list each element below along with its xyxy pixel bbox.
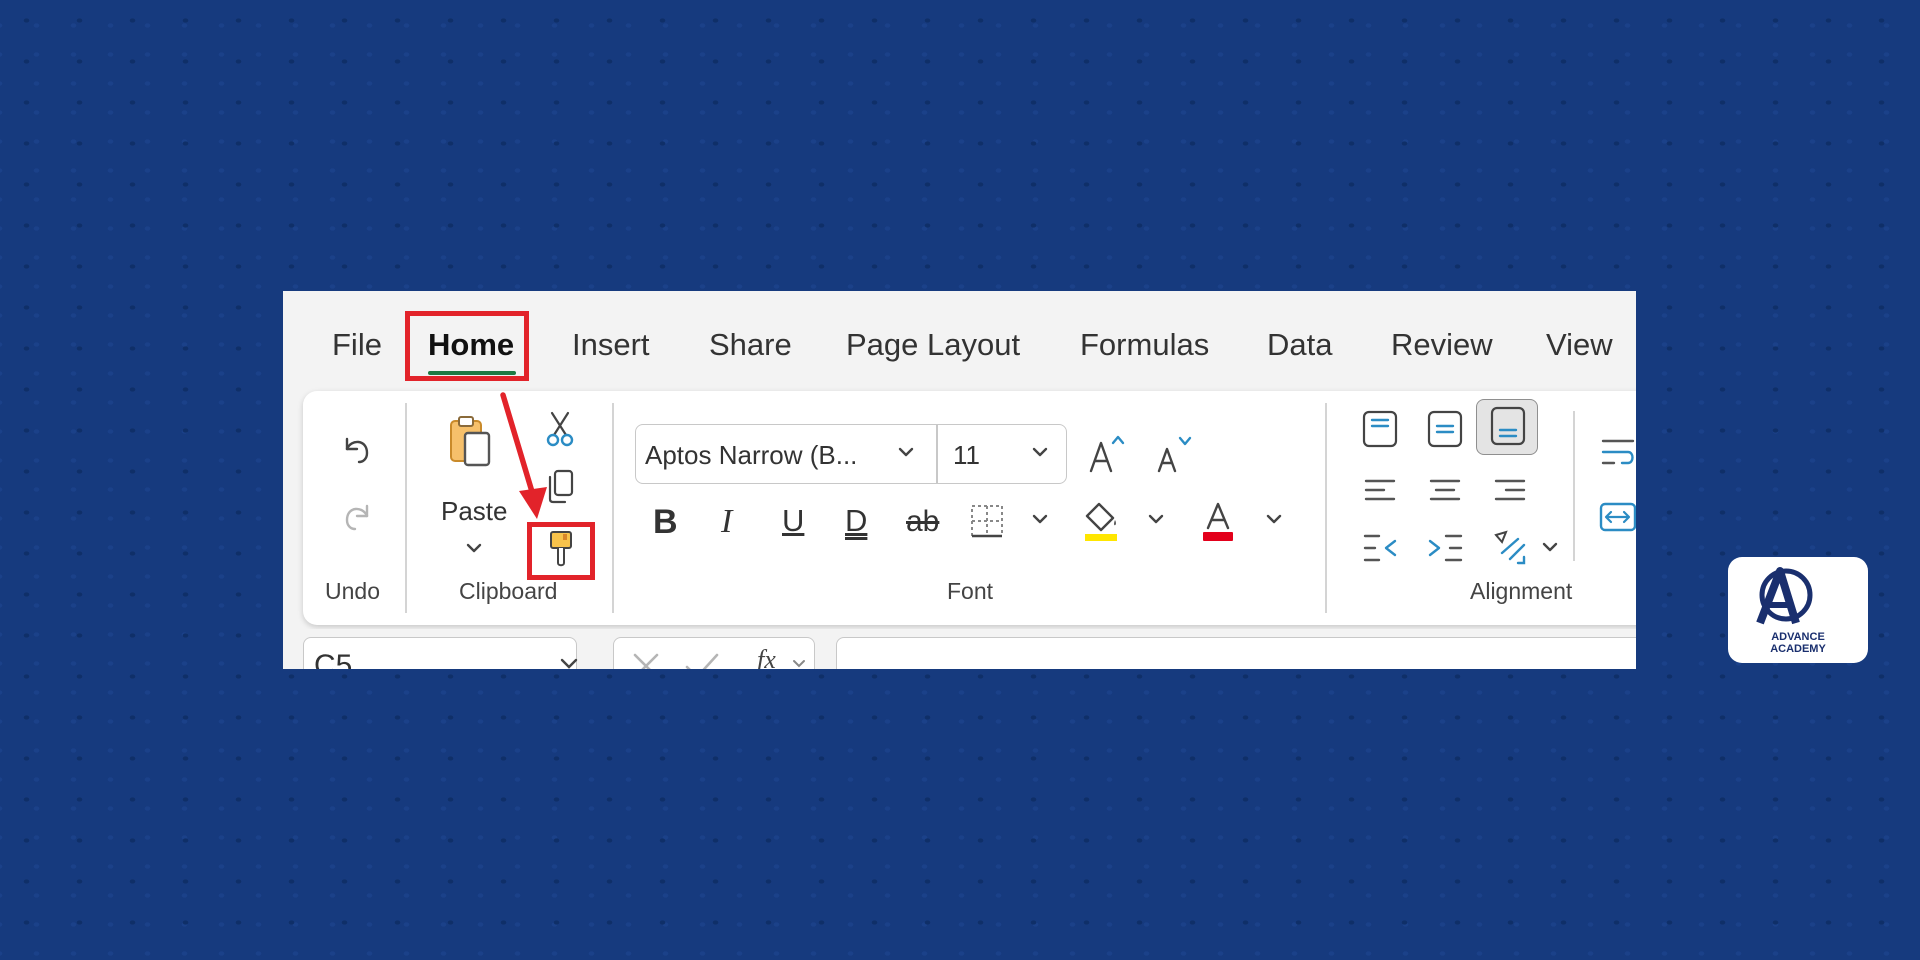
- align-bottom-icon[interactable]: [1476, 399, 1538, 455]
- format-painter-highlight: [527, 522, 595, 580]
- merge-center-icon[interactable]: [1599, 501, 1636, 533]
- font-color-icon[interactable]: [1200, 500, 1236, 542]
- home-tab-highlight: [405, 311, 529, 381]
- increase-font-size-icon[interactable]: [1087, 431, 1127, 475]
- group-label-clipboard: Clipboard: [459, 578, 558, 604]
- group-separator: [1325, 403, 1327, 613]
- increase-indent-icon[interactable]: [1426, 531, 1464, 565]
- dropdown-divider: [936, 425, 938, 483]
- tab-data[interactable]: Data: [1267, 325, 1332, 365]
- paste-chevron-down-icon[interactable]: [463, 541, 485, 557]
- align-left-icon[interactable]: [1363, 474, 1397, 508]
- tab-review[interactable]: Review: [1391, 325, 1493, 365]
- decrease-indent-icon[interactable]: [1362, 531, 1400, 565]
- fill-color-bucket-icon[interactable]: [1083, 500, 1121, 542]
- name-box-chevron-down-icon[interactable]: [558, 658, 580, 669]
- group-label-alignment: Alignment: [1470, 578, 1573, 604]
- orientation-icon[interactable]: [1492, 529, 1528, 567]
- insert-function-button[interactable]: fx: [757, 645, 776, 669]
- orientation-chevron-down-icon[interactable]: [1539, 539, 1561, 557]
- decrease-font-size-icon[interactable]: [1155, 433, 1195, 475]
- align-center-icon[interactable]: [1428, 474, 1462, 508]
- formula-input[interactable]: [836, 637, 1636, 669]
- group-label-font: Font: [947, 578, 994, 604]
- cancel-icon[interactable]: [629, 649, 663, 669]
- group-separator: [1573, 411, 1575, 561]
- group-separator: [405, 403, 407, 613]
- borders-chevron-down-icon[interactable]: [1029, 511, 1051, 529]
- undo-icon[interactable]: [339, 431, 375, 467]
- enter-checkmark-icon[interactable]: [683, 649, 721, 669]
- group-separator: [612, 403, 614, 613]
- fill-color-chevron-down-icon[interactable]: [1145, 511, 1167, 529]
- font-size-dropdown[interactable]: 11: [953, 440, 980, 471]
- double-underline-button[interactable]: D: [845, 503, 867, 539]
- excel-ribbon-screenshot: File Home Insert Share Page Layout Formu…: [283, 291, 1636, 669]
- align-top-icon[interactable]: [1361, 409, 1399, 449]
- logo-text-academy: ACADEMY: [1770, 643, 1826, 655]
- font-size-chevron-down-icon[interactable]: [1029, 444, 1051, 462]
- tab-view[interactable]: View: [1546, 325, 1613, 365]
- borders-icon[interactable]: [969, 503, 1005, 539]
- tab-page-layout[interactable]: Page Layout: [846, 325, 1020, 365]
- tab-share[interactable]: Share: [709, 325, 792, 365]
- underline-button[interactable]: U: [782, 503, 804, 539]
- group-label-undo: Undo: [325, 578, 380, 604]
- logo-text-advance: ADVANCE: [1771, 631, 1825, 643]
- academy-a-logo-icon: [1752, 565, 1816, 627]
- fx-chevron-down-icon[interactable]: [791, 659, 807, 669]
- tab-formulas[interactable]: Formulas: [1080, 325, 1209, 365]
- strikethrough-button[interactable]: ab: [906, 505, 939, 539]
- align-right-icon[interactable]: [1493, 474, 1527, 508]
- paste-clipboard-icon[interactable]: [447, 415, 497, 471]
- wrap-text-icon[interactable]: [1600, 436, 1636, 470]
- font-color-chevron-down-icon[interactable]: [1263, 511, 1285, 529]
- tab-insert[interactable]: Insert: [572, 325, 650, 365]
- align-middle-icon[interactable]: [1426, 409, 1464, 449]
- advance-academy-logo: ADVANCE ACADEMY: [1728, 557, 1868, 663]
- italic-button[interactable]: I: [721, 503, 732, 541]
- redo-icon[interactable]: [339, 498, 375, 534]
- bold-button[interactable]: B: [653, 503, 678, 542]
- font-family-chevron-down-icon[interactable]: [895, 444, 917, 462]
- font-family-dropdown[interactable]: Aptos Narrow (B...: [645, 440, 857, 471]
- name-box-value: C5: [314, 649, 353, 669]
- tab-file[interactable]: File: [332, 325, 382, 365]
- arrow-pointer-icon: [497, 391, 557, 523]
